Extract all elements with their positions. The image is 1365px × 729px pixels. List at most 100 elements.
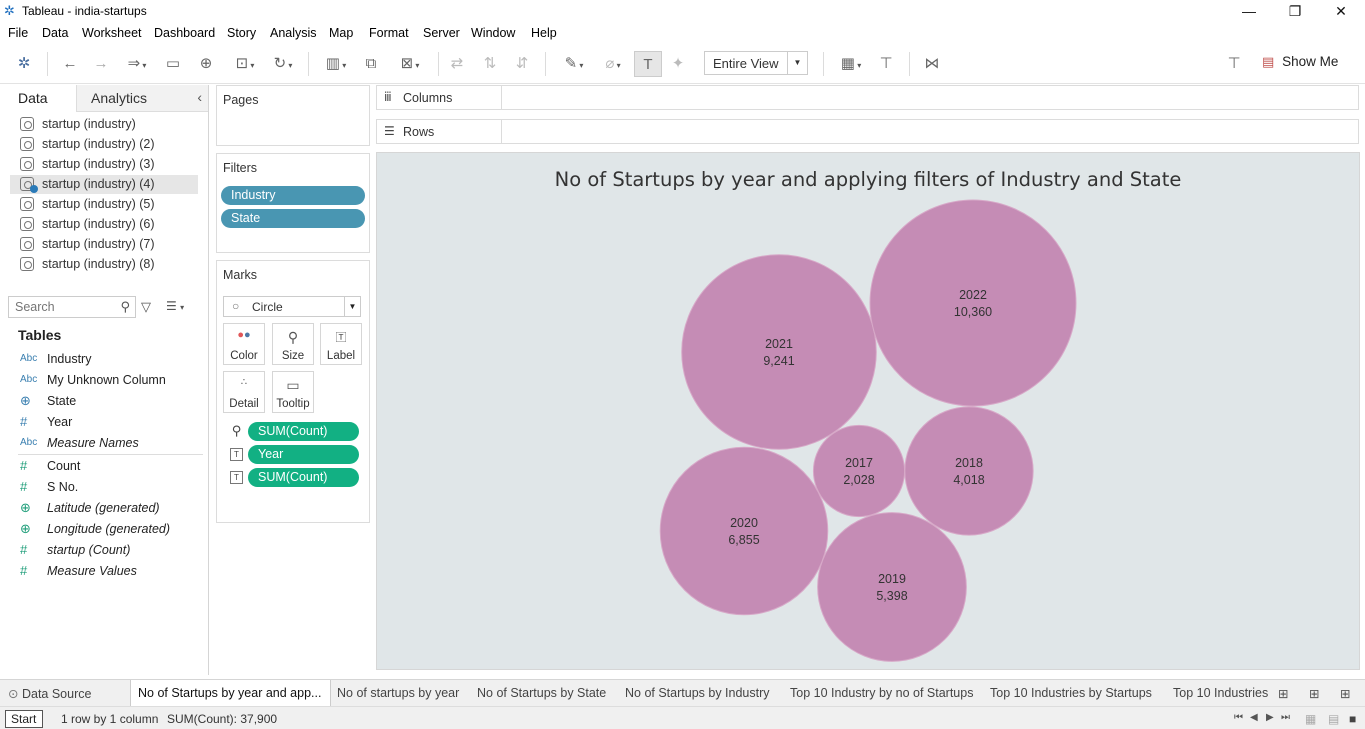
data-source-item[interactable]: startup (industry) (7) [10,235,198,254]
group-members-icon[interactable]: ⌀ ▾ [596,54,630,74]
sort-ascending-icon[interactable]: ⇅ [480,54,500,74]
tableau-home-icon[interactable]: ✲ [14,54,34,74]
marks-pill-size[interactable]: SUM(Count) [248,422,359,441]
filter-pill-industry[interactable]: Industry [221,186,365,205]
minimize-icon[interactable]: — [1226,0,1272,23]
detail-button[interactable]: ∴ Detail [223,371,265,413]
show-cards-icon[interactable]: ▦ ▾ [834,54,868,74]
field-startup-count[interactable]: # startup (Count) [20,541,205,561]
start-button[interactable]: Start [5,710,43,728]
filmstrip-view-icon[interactable]: ■ [1349,712,1356,726]
restore-icon[interactable]: ❐ [1272,0,1318,23]
undo-icon[interactable]: ← [60,54,80,74]
tooltip-button[interactable]: ▭ Tooltip [272,371,314,413]
duplicate-sheet-icon[interactable]: ⧉ [361,54,381,74]
bubble-2017[interactable]: 2017 2,028 [812,424,906,518]
pages-card[interactable]: Pages [216,85,370,146]
data-source-item[interactable]: startup (industry) (5) [10,195,198,214]
menu-map[interactable]: Map [329,26,353,40]
bubble-mark[interactable] [681,254,877,450]
next-page-icon[interactable]: ▶ [1266,712,1274,723]
new-story-icon[interactable]: ⊞ [1340,680,1350,707]
bubble-mark[interactable] [904,406,1034,536]
grid-view-icon[interactable]: ▦ [1305,712,1316,726]
menu-analysis[interactable]: Analysis [270,26,317,40]
replay-icon[interactable]: ⇒ ▾ [120,54,154,74]
menu-story[interactable]: Story [227,26,256,40]
tab-sheet[interactable]: No of Startups by State [477,680,606,707]
field-year[interactable]: # Year [20,413,205,433]
new-worksheet-icon[interactable]: ⊞ [1278,680,1288,707]
data-source-item[interactable]: startup (industry) (6) [10,215,198,234]
mark-type-dropdown[interactable]: ○ Circle ▼ [223,296,361,317]
bubble-mark[interactable] [869,199,1077,407]
bubble-mark[interactable] [817,512,967,662]
menu-window[interactable]: Window [471,26,515,40]
view-options-icon[interactable]: ☰ ▾ [166,299,184,313]
marks-pill-label-count[interactable]: SUM(Count) [248,468,359,487]
field-industry[interactable]: Abc Industry [20,350,205,370]
pause-updates-icon[interactable]: ⊡ ▾ [228,54,262,74]
fit-dropdown[interactable]: Entire View ▼ [704,51,808,75]
field-measure-values[interactable]: # Measure Values [20,562,205,582]
viz-canvas[interactable]: No of Startups by year and applying filt… [376,152,1360,670]
menu-data[interactable]: Data [42,26,68,40]
prev-page-icon[interactable]: ◀ [1250,712,1258,723]
tab-sheet[interactable]: No of Startups by Industry [625,680,770,707]
collapse-pane-icon[interactable]: ‹ [197,89,202,105]
fix-axes-icon[interactable]: ✦ [668,54,688,74]
tab-data-source[interactable]: ⊙ Data Source [8,680,91,707]
refresh-icon[interactable]: ↻ ▾ [266,54,300,74]
menu-file[interactable]: File [8,26,28,40]
tab-sheet[interactable]: No of startups by year [337,680,459,707]
list-view-icon[interactable]: ▤ [1328,712,1339,726]
tab-sheet[interactable]: Top 10 Industries by Startups [990,680,1152,707]
new-dashboard-icon[interactable]: ⊞ [1309,680,1319,707]
data-source-item[interactable]: startup (industry) (3) [10,155,198,174]
menu-format[interactable]: Format [369,26,409,40]
size-button[interactable]: ⚲ Size [272,323,314,365]
show-me-button[interactable]: ▤ Show Me [1262,54,1338,74]
rows-shelf[interactable]: ☰ Rows [376,119,1359,144]
menu-worksheet[interactable]: Worksheet [82,26,142,40]
highlight-icon[interactable]: ✎ ▾ [557,54,591,74]
filter-pill-state[interactable]: State [221,209,365,228]
tab-sheet-active[interactable]: No of Startups by year and app... [130,680,331,707]
bubble-mark[interactable] [812,424,906,518]
field-longitude[interactable]: ⊕ Longitude (generated) [20,520,205,540]
show-mark-labels-icon[interactable]: T [634,51,662,77]
data-source-item-selected[interactable]: startup (industry) (4) [10,175,198,194]
label-button[interactable]: 🅃 Label [320,323,362,365]
field-s-no[interactable]: # S No. [20,478,205,498]
data-source-item[interactable]: startup (industry) [10,115,198,134]
presentation-mode-icon[interactable]: ⊤ [876,54,896,74]
marks-pill-label-year[interactable]: Year [248,445,359,464]
first-page-icon[interactable]: ⏮ [1234,712,1243,723]
field-my-unknown-column[interactable]: Abc My Unknown Column [20,371,205,391]
bubble-mark[interactable] [659,446,829,616]
new-data-source-icon[interactable]: ⊕ [196,54,216,74]
field-latitude[interactable]: ⊕ Latitude (generated) [20,499,205,519]
bubble-2019[interactable]: 2019 5,398 [817,512,967,662]
menu-dashboard[interactable]: Dashboard [154,26,215,40]
menu-help[interactable]: Help [531,26,557,40]
search-field[interactable]: ⚲ [8,296,136,318]
tab-analytics[interactable]: Analytics ‹ [76,85,208,112]
menu-server[interactable]: Server [423,26,460,40]
new-worksheet-icon[interactable]: ▥ ▾ [318,54,354,74]
bubble-2021[interactable]: 2021 9,241 [681,254,877,450]
data-source-item[interactable]: startup (industry) (8) [10,255,198,274]
sort-descending-icon[interactable]: ⇵ [512,54,532,74]
save-icon[interactable]: ▭ [164,54,182,74]
share-icon[interactable]: ⋈ [922,54,942,74]
field-count[interactable]: # Count [20,457,205,477]
field-state[interactable]: ⊕ State [20,392,205,412]
field-measure-names[interactable]: Abc Measure Names [20,434,205,454]
format-painter-icon[interactable]: ⊤ [1224,54,1244,74]
search-input[interactable] [9,297,109,317]
filter-icon[interactable]: ▽ [141,299,151,315]
color-button[interactable]: ●● Color [223,323,265,365]
bubble-2022[interactable]: 2022 10,360 [869,199,1077,407]
last-page-icon[interactable]: ⏭ [1281,712,1290,723]
bubble-2018[interactable]: 2018 4,018 [904,406,1034,536]
